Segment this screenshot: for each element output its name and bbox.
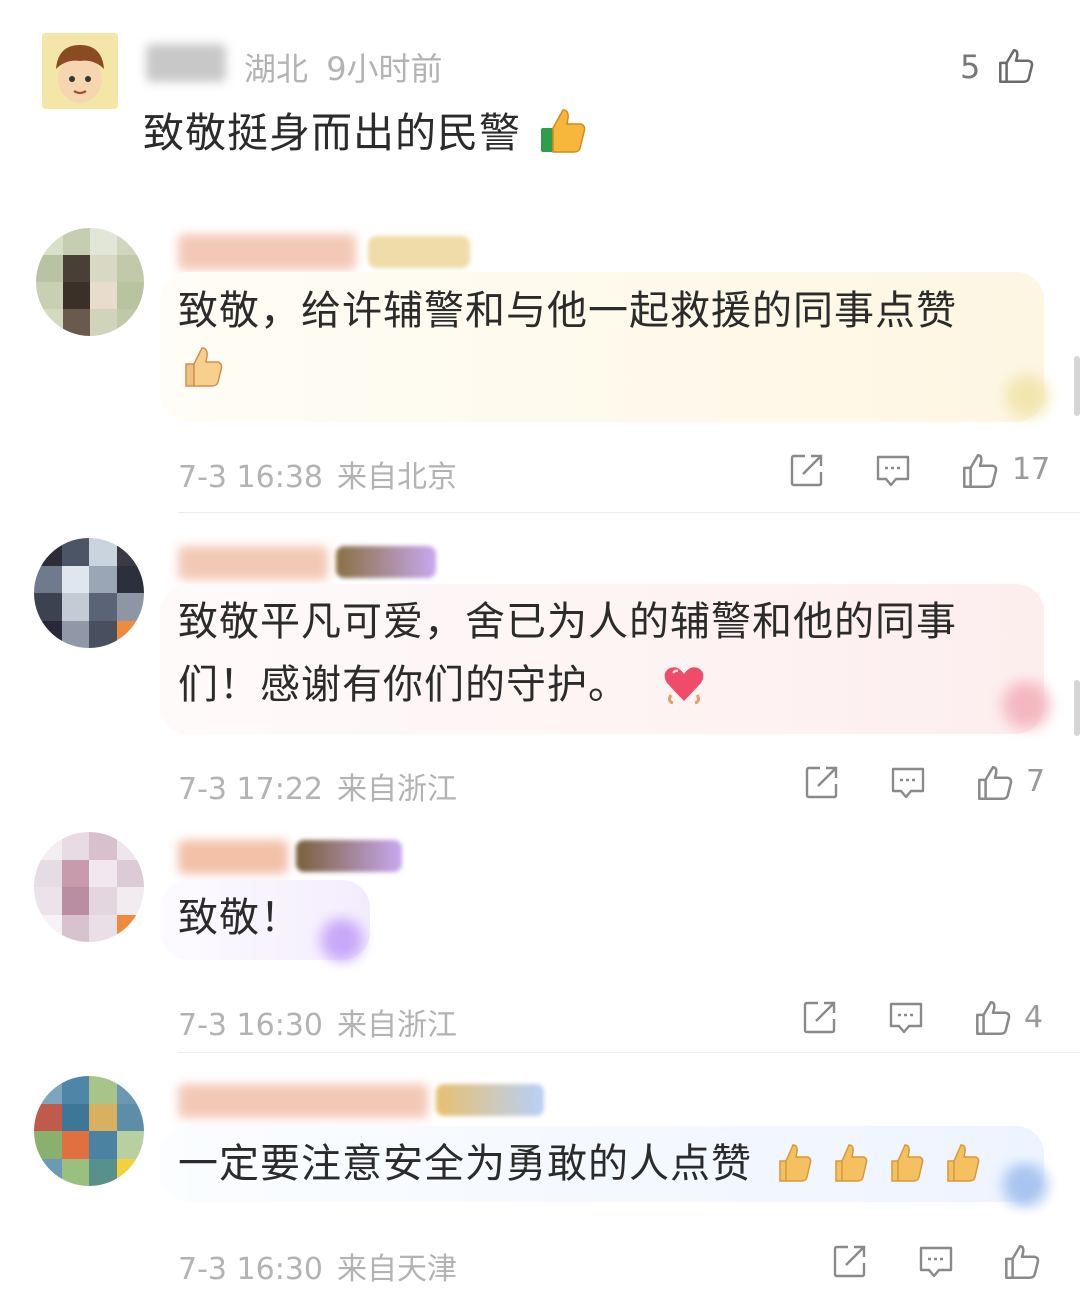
username[interactable] <box>178 840 288 874</box>
location: 湖北 <box>244 50 309 88</box>
like-count: 17 <box>1012 452 1051 487</box>
comment-source: 来自浙江 <box>337 772 457 807</box>
comment-meta: 7-3 16:30 来自天津 <box>178 1244 457 1288</box>
avatar[interactable] <box>36 228 144 336</box>
member-badge <box>368 236 470 268</box>
thumbs-up-icon[interactable] <box>994 44 1036 86</box>
comment-text: 致敬平凡可爱，舍已为人的辅警和他的同事 <box>178 599 957 645</box>
avatar[interactable] <box>34 832 144 942</box>
bubble-decoration <box>990 676 1062 734</box>
comment-icon[interactable] <box>887 999 925 1037</box>
comment-text: 一定要注意安全为勇敢的人点赞 <box>178 1141 752 1187</box>
avatar[interactable] <box>34 1076 144 1186</box>
divider <box>178 512 1080 513</box>
comment-meta: 7-3 16:38 来自北京 <box>178 452 457 496</box>
comment-text-row: 致敬挺身而出的民警 <box>143 101 589 165</box>
like-count: 4 <box>1024 1000 1044 1035</box>
top-comment: 湖北 9小时前 5 致敬挺身而出的民警 <box>0 0 1080 200</box>
comment-text-row: 们！感谢有你们的守护。 <box>178 653 707 717</box>
comment-text: 们！感谢有你们的守护。 <box>178 662 629 708</box>
thumbs-up-icon <box>946 1144 980 1182</box>
comment-meta: 湖北 9小时前 <box>244 44 443 90</box>
thumbs-up-icon[interactable] <box>973 761 1015 803</box>
comment-date: 7-3 17:22 <box>178 772 323 807</box>
comment-source: 来自天津 <box>337 1252 457 1287</box>
comment-source: 来自北京 <box>337 460 457 495</box>
like-count: 7 <box>1026 764 1046 799</box>
thumbs-up-icon[interactable] <box>1000 1240 1042 1282</box>
thumbs-up-icon <box>185 347 223 387</box>
username[interactable] <box>178 234 356 270</box>
avatar[interactable] <box>42 33 118 109</box>
share-icon[interactable] <box>789 452 825 488</box>
avatar-cartoon-icon <box>42 33 118 109</box>
thumbs-up-icon <box>541 109 586 153</box>
thumbs-up-icon <box>890 1144 924 1182</box>
username[interactable] <box>178 546 328 580</box>
comment-date: 7-3 16:30 <box>178 1252 323 1287</box>
comment-text-row: 一定要注意安全为勇敢的人点赞 <box>178 1132 986 1196</box>
comment-text: 致敬！ <box>178 895 301 941</box>
scrollbar[interactable] <box>1074 680 1080 736</box>
comment-text: 致敬挺身而出的民警 <box>143 109 521 157</box>
share-icon[interactable] <box>832 1243 868 1279</box>
bubble-decoration <box>990 1160 1060 1210</box>
bubble-decoration <box>310 914 374 966</box>
share-icon[interactable] <box>802 999 838 1035</box>
divider <box>178 1052 1080 1053</box>
comment-text: 致敬，给许辅警和与他一起救援的同事点赞 <box>178 288 957 334</box>
avatar[interactable] <box>34 538 144 648</box>
comment-meta: 7-3 16:30 来自浙江 <box>178 1000 457 1044</box>
comment-date: 7-3 16:30 <box>178 1008 323 1043</box>
time-ago: 9小时前 <box>326 50 443 88</box>
member-badge <box>296 840 402 872</box>
comment-date: 7-3 16:38 <box>178 460 323 495</box>
scrollbar[interactable] <box>1074 356 1080 416</box>
comment-icon[interactable] <box>889 764 927 802</box>
share-icon[interactable] <box>804 764 840 800</box>
thumbs-up-icon <box>778 1144 812 1182</box>
username[interactable] <box>178 1084 428 1118</box>
like-count: 5 <box>960 48 981 86</box>
comment-icon[interactable] <box>874 452 912 490</box>
member-badge <box>336 546 436 578</box>
heart-icon <box>664 667 704 705</box>
thumbs-up-icon[interactable] <box>971 996 1013 1038</box>
thumbs-up-icon[interactable] <box>958 449 1000 491</box>
bubble-decoration <box>994 370 1060 422</box>
member-badge <box>436 1084 544 1116</box>
thumbs-up-icon <box>834 1144 868 1182</box>
comment-source: 来自浙江 <box>337 1008 457 1043</box>
comment-meta: 7-3 17:22 来自浙江 <box>178 764 457 808</box>
comment-icon[interactable] <box>917 1243 955 1281</box>
username[interactable] <box>146 44 226 82</box>
